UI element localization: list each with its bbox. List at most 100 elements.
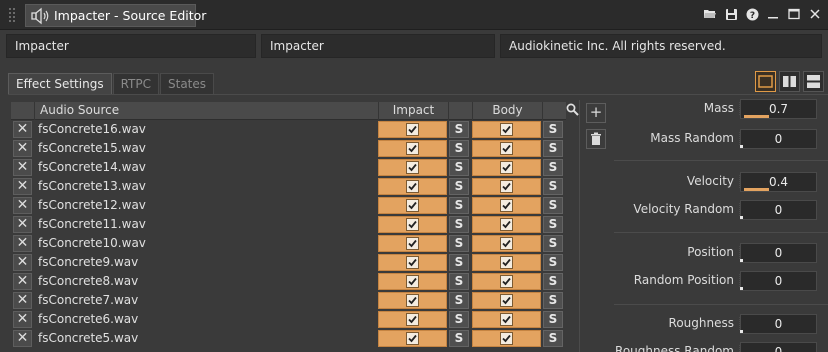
impact-checkbox-cell[interactable]: [378, 273, 447, 290]
body-solo-button[interactable]: S: [543, 254, 563, 271]
remove-row-button[interactable]: ✕: [13, 292, 32, 309]
body-checkbox-cell[interactable]: [472, 254, 541, 271]
close-icon[interactable]: [808, 6, 822, 22]
roughness-input[interactable]: 0: [740, 314, 817, 334]
body-solo-button[interactable]: S: [543, 273, 563, 290]
body-solo-button[interactable]: S: [543, 178, 563, 195]
impact-checkbox[interactable]: [406, 332, 419, 345]
remove-row-button[interactable]: ✕: [13, 235, 32, 252]
body-checkbox-cell[interactable]: [472, 311, 541, 328]
body-checkbox-cell[interactable]: [472, 216, 541, 233]
impact-checkbox-cell[interactable]: [378, 254, 447, 271]
header-body[interactable]: Body: [472, 102, 542, 120]
impact-checkbox[interactable]: [406, 275, 419, 288]
impact-checkbox-cell[interactable]: [378, 330, 447, 347]
impact-solo-button[interactable]: S: [449, 292, 469, 309]
split-vertical-layout-icon[interactable]: [779, 71, 800, 92]
drag-grip[interactable]: [9, 8, 15, 22]
tab-effect-settings[interactable]: Effect Settings: [8, 73, 112, 94]
remove-row-button[interactable]: ✕: [13, 159, 32, 176]
audio-source-name[interactable]: fsConcrete12.wav: [38, 197, 378, 214]
impact-checkbox[interactable]: [406, 294, 419, 307]
save-icon[interactable]: [724, 6, 738, 22]
delete-source-button[interactable]: [586, 129, 606, 149]
remove-row-button[interactable]: ✕: [13, 140, 32, 157]
impact-checkbox[interactable]: [406, 218, 419, 231]
body-checkbox-cell[interactable]: [472, 121, 541, 138]
impact-checkbox-cell[interactable]: [378, 159, 447, 176]
search-icon[interactable]: [566, 103, 579, 116]
body-solo-button[interactable]: S: [543, 292, 563, 309]
maximize-icon[interactable]: [787, 6, 801, 22]
roughness-random-input[interactable]: 0: [740, 342, 817, 352]
audio-source-name[interactable]: fsConcrete6.wav: [38, 311, 378, 328]
audio-source-name[interactable]: fsConcrete8.wav: [38, 273, 378, 290]
body-solo-button[interactable]: S: [543, 330, 563, 347]
object-name-field[interactable]: Impacter: [6, 34, 256, 58]
body-solo-button[interactable]: S: [543, 311, 563, 328]
position-input[interactable]: 0: [740, 243, 817, 263]
audio-source-name[interactable]: fsConcrete13.wav: [38, 178, 378, 195]
body-solo-button[interactable]: S: [543, 140, 563, 157]
body-checkbox[interactable]: [500, 313, 513, 326]
remove-row-button[interactable]: ✕: [13, 197, 32, 214]
impact-checkbox[interactable]: [406, 313, 419, 326]
tab-states[interactable]: States: [160, 73, 215, 94]
impact-checkbox[interactable]: [406, 237, 419, 250]
window-tab[interactable]: Impacter - Source Editor: [25, 4, 206, 27]
header-audio-source[interactable]: Audio Source: [34, 102, 378, 120]
help-icon[interactable]: ?: [745, 6, 759, 22]
impact-checkbox-cell[interactable]: [378, 121, 447, 138]
add-source-button[interactable]: +: [586, 103, 606, 123]
body-checkbox-cell[interactable]: [472, 330, 541, 347]
audio-source-name[interactable]: fsConcrete14.wav: [38, 159, 378, 176]
body-checkbox[interactable]: [500, 256, 513, 269]
body-checkbox-cell[interactable]: [472, 292, 541, 309]
header-impact[interactable]: Impact: [378, 102, 448, 120]
tab-rtpc[interactable]: RTPC: [112, 73, 159, 94]
body-solo-button[interactable]: S: [543, 197, 563, 214]
body-checkbox[interactable]: [500, 142, 513, 155]
audio-source-name[interactable]: fsConcrete15.wav: [38, 140, 378, 157]
body-checkbox[interactable]: [500, 161, 513, 174]
velocity-random-input[interactable]: 0: [740, 200, 817, 220]
impact-checkbox[interactable]: [406, 161, 419, 174]
body-checkbox-cell[interactable]: [472, 235, 541, 252]
impact-checkbox-cell[interactable]: [378, 292, 447, 309]
remove-row-button[interactable]: ✕: [13, 330, 32, 347]
impact-solo-button[interactable]: S: [449, 140, 469, 157]
impact-solo-button[interactable]: S: [449, 159, 469, 176]
impact-solo-button[interactable]: S: [449, 121, 469, 138]
audio-source-name[interactable]: fsConcrete16.wav: [38, 121, 378, 138]
body-checkbox[interactable]: [500, 218, 513, 231]
body-checkbox[interactable]: [500, 199, 513, 212]
remove-row-button[interactable]: ✕: [13, 311, 32, 328]
audio-source-name[interactable]: fsConcrete10.wav: [38, 235, 378, 252]
impact-checkbox-cell[interactable]: [378, 178, 447, 195]
random-position-input[interactable]: 0: [740, 271, 817, 291]
body-checkbox[interactable]: [500, 237, 513, 250]
body-checkbox[interactable]: [500, 294, 513, 307]
minimize-icon[interactable]: [766, 6, 780, 22]
impact-solo-button[interactable]: S: [449, 197, 469, 214]
body-checkbox[interactable]: [500, 275, 513, 288]
remove-row-button[interactable]: ✕: [13, 121, 32, 138]
impact-solo-button[interactable]: S: [449, 254, 469, 271]
impact-solo-button[interactable]: S: [449, 311, 469, 328]
impact-checkbox-cell[interactable]: [378, 235, 447, 252]
split-horizontal-layout-icon[interactable]: [803, 71, 824, 92]
body-checkbox-cell[interactable]: [472, 273, 541, 290]
body-checkbox-cell[interactable]: [472, 159, 541, 176]
impact-checkbox[interactable]: [406, 142, 419, 155]
single-pane-layout-icon[interactable]: [755, 71, 776, 92]
impact-checkbox[interactable]: [406, 180, 419, 193]
audio-source-name[interactable]: fsConcrete5.wav: [38, 330, 378, 347]
folder-icon[interactable]: [703, 6, 717, 22]
body-solo-button[interactable]: S: [543, 216, 563, 233]
remove-row-button[interactable]: ✕: [13, 216, 32, 233]
audio-source-name[interactable]: fsConcrete11.wav: [38, 216, 378, 233]
body-checkbox[interactable]: [500, 332, 513, 345]
impact-checkbox[interactable]: [406, 199, 419, 212]
mass-random-input[interactable]: 0: [740, 129, 817, 149]
remove-row-button[interactable]: ✕: [13, 273, 32, 290]
